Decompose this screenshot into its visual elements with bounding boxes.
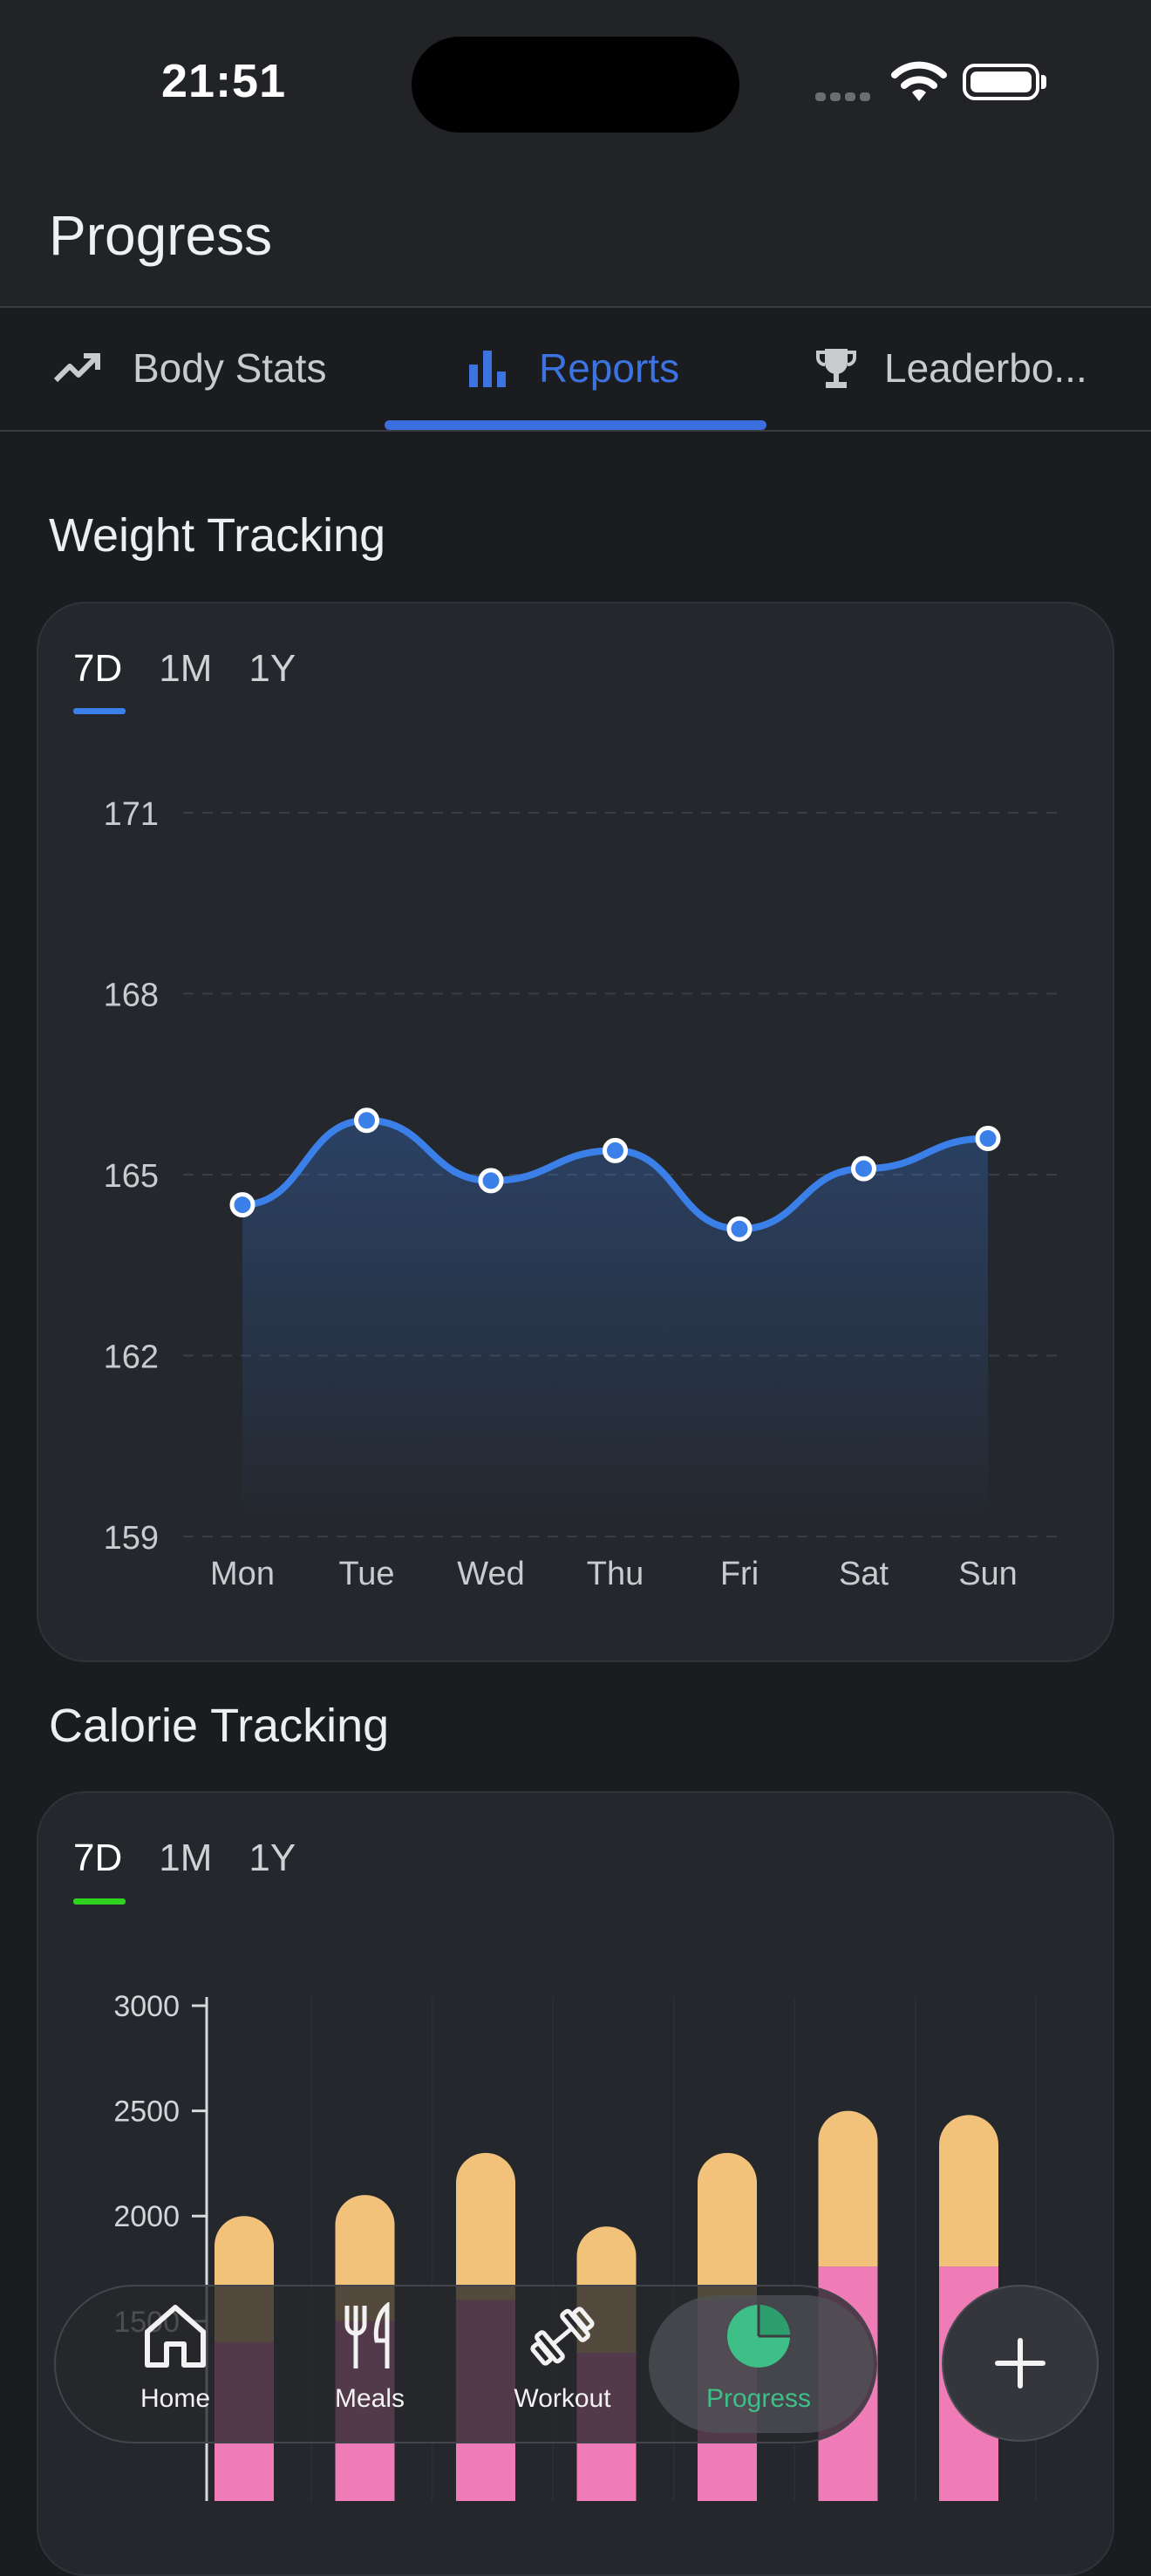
y-tick-label: 3000 [113, 1990, 180, 2023]
y-tick-label: 2000 [113, 2200, 180, 2233]
bar-segment [939, 2115, 998, 2267]
y-tick-label: 171 [104, 796, 159, 833]
range-7d[interactable]: 7D [73, 647, 122, 691]
x-tick-label: Mon [210, 1556, 275, 1592]
cellular-signal-icon [815, 90, 875, 106]
nav-progress[interactable]: Progress [676, 2302, 841, 2414]
add-button[interactable] [942, 2285, 1099, 2442]
range-1m[interactable]: 1M [159, 647, 212, 691]
data-point [229, 1192, 255, 1218]
x-tick-label: Thu [587, 1556, 644, 1592]
tab-leaderboard[interactable]: Leaderbo... [814, 307, 1087, 429]
wifi-icon [891, 61, 947, 107]
nav-label: Home [140, 2384, 211, 2413]
bar-segment [456, 2152, 515, 2300]
nav-workout[interactable]: Workout [480, 2302, 645, 2414]
bar-chart-icon [469, 351, 506, 387]
nav-label: Meals [334, 2384, 405, 2413]
trophy-icon [816, 349, 856, 388]
weight-range-tabs: 7D 1M 1Y [73, 647, 332, 691]
nav-label: Workout [514, 2384, 611, 2413]
status-time: 21:51 [161, 55, 287, 107]
x-tick-label: Tue [338, 1556, 394, 1592]
x-tick-label: Wed [457, 1556, 524, 1592]
data-point [603, 1137, 628, 1163]
fork-knife-icon [344, 2300, 390, 2368]
bar-segment [818, 2110, 878, 2267]
tab-label: Leaderbo... [884, 345, 1087, 391]
tab-label: Body Stats [133, 345, 327, 391]
tab-label: Reports [539, 345, 680, 391]
tabs-divider [0, 430, 1151, 432]
plus-icon [995, 2338, 1045, 2389]
range-7d[interactable]: 7D [73, 1837, 122, 1880]
bar-segment [698, 2152, 757, 2300]
y-tick-label: 162 [104, 1339, 159, 1376]
page-title: Progress [49, 204, 273, 267]
x-tick-label: Sun [958, 1556, 1018, 1592]
data-point [726, 1216, 753, 1242]
nav-home[interactable]: Home [92, 2302, 258, 2414]
dynamic-island [412, 37, 739, 133]
y-tick-label: 2500 [113, 2096, 180, 2129]
battery-icon [963, 64, 1039, 100]
tab-reports[interactable]: Reports [467, 307, 679, 429]
weight-area [242, 1120, 988, 1510]
dumbbell-icon [530, 2307, 595, 2366]
calorie-range-indicator [73, 1898, 126, 1905]
data-point [851, 1155, 876, 1182]
calorie-range-tabs: 7D 1M 1Y [73, 1837, 332, 1880]
nav-meals[interactable]: Meals [287, 2300, 453, 2414]
x-tick-label: Sat [839, 1556, 889, 1592]
range-1y[interactable]: 1Y [249, 647, 296, 691]
calorie-section-title: Calorie Tracking [49, 1700, 390, 1752]
data-point [478, 1168, 504, 1194]
battery-nub [1041, 75, 1046, 89]
home-icon [145, 2305, 206, 2368]
y-tick-label: 159 [104, 1520, 159, 1557]
data-point [354, 1107, 379, 1134]
y-tick-label: 165 [104, 1158, 159, 1195]
active-tab-indicator [385, 420, 766, 430]
trending-up-icon [53, 353, 100, 383]
weight-range-indicator [73, 708, 126, 714]
range-1m[interactable]: 1M [159, 1837, 212, 1880]
data-point [975, 1126, 1001, 1151]
nav-label: Progress [705, 2384, 812, 2413]
weight-chart: 171 168 165 162 159 Mon Tue Wed Thu Fri Sat Sun [104, 796, 1057, 1592]
weight-section-title: Weight Tracking [49, 509, 386, 562]
pie-chart-icon [727, 2305, 790, 2368]
range-1y[interactable]: 1Y [249, 1837, 296, 1880]
x-tick-label: Fri [720, 1556, 759, 1592]
tab-body-stats[interactable]: Body Stats [52, 307, 326, 429]
y-tick-label: 168 [104, 978, 159, 1014]
